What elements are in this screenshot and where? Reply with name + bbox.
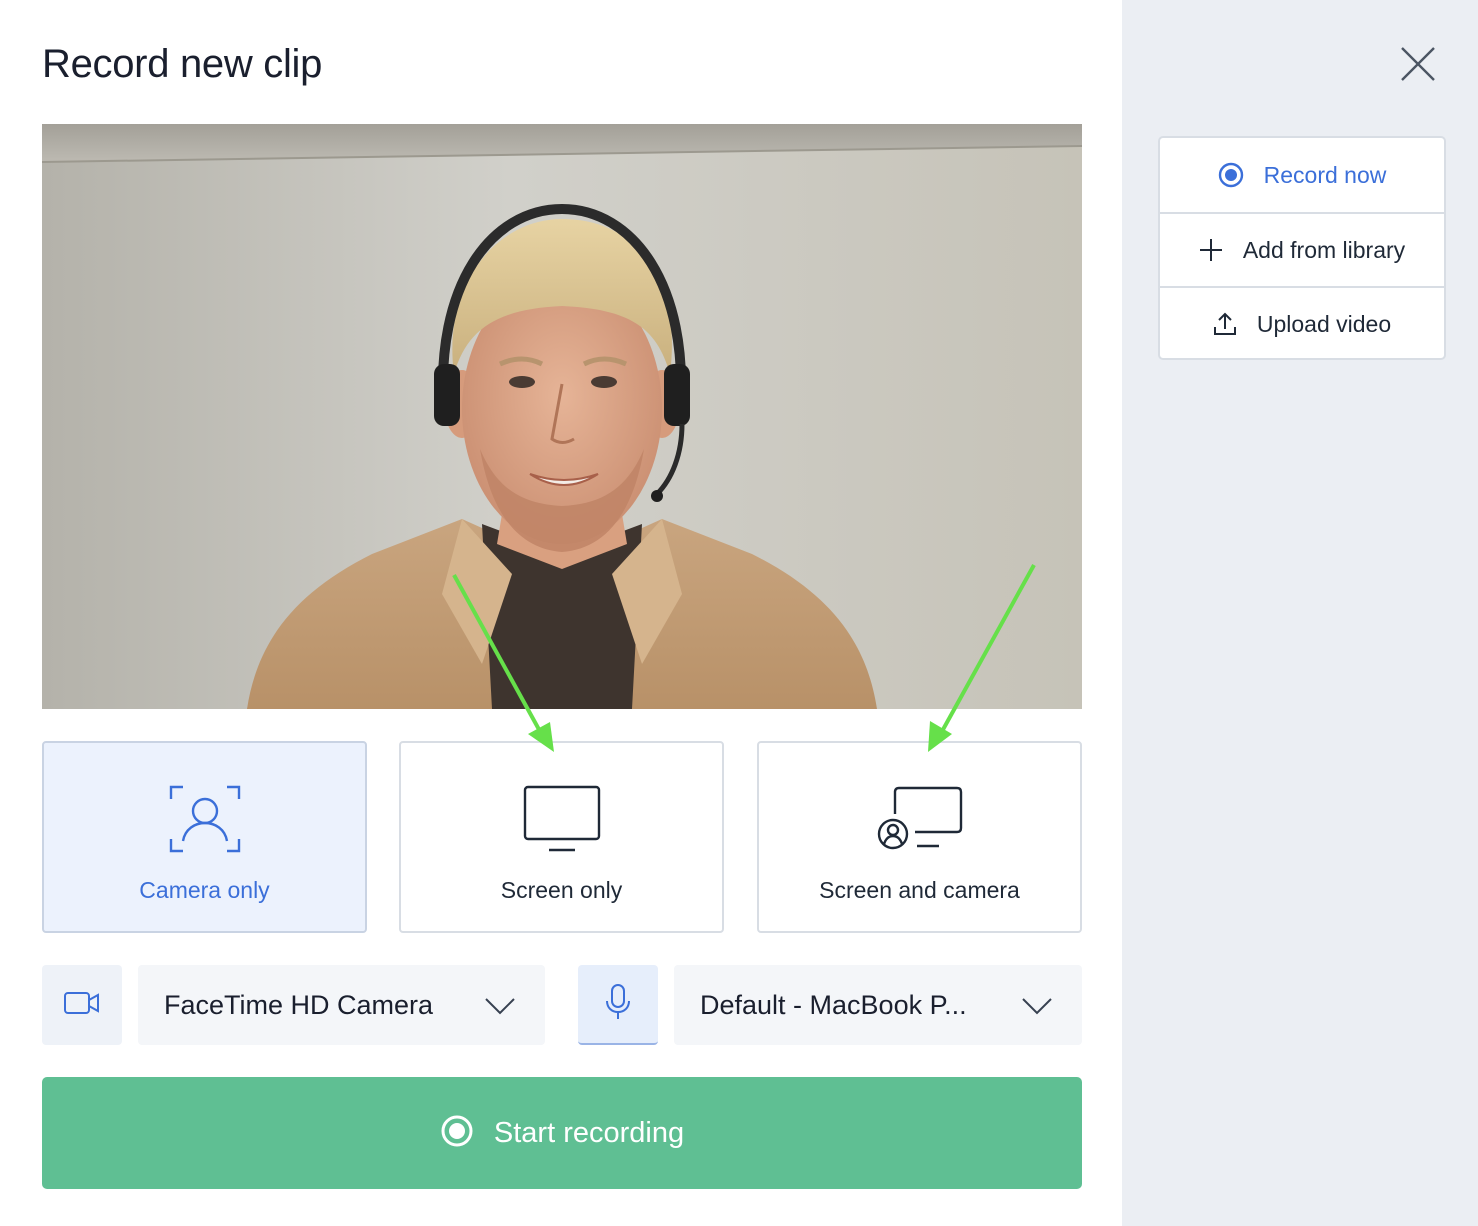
mode-label: Camera only	[139, 877, 270, 903]
camera-preview-image	[42, 124, 1082, 709]
upload-icon	[1213, 312, 1237, 336]
mode-screen-only[interactable]: Screen only	[399, 741, 724, 933]
record-now-label: Record now	[1263, 161, 1387, 188]
record-radio-icon	[1218, 162, 1244, 188]
record-dialog: Record new clip Camera only Screen only …	[0, 0, 1122, 1226]
chevron-down-icon	[1022, 991, 1052, 1022]
camera-select[interactable]: FaceTime HD Camera	[138, 965, 545, 1045]
monitor-icon	[517, 783, 607, 855]
microphone-select-value: Default - MacBook P...	[700, 989, 967, 1020]
video-camera-icon	[64, 991, 100, 1020]
add-from-library-label: Add from library	[1242, 236, 1406, 263]
microphone-toggle-button[interactable]	[578, 965, 658, 1045]
record-icon	[440, 1114, 474, 1153]
start-recording-label: Start recording	[493, 1116, 685, 1149]
mode-camera-only[interactable]: Camera only	[42, 741, 367, 933]
add-from-library-button[interactable]: Add from library	[1160, 212, 1444, 286]
plus-icon	[1199, 238, 1223, 262]
page-title: Record new clip	[42, 42, 323, 86]
close-button[interactable]	[1398, 44, 1438, 84]
record-now-button[interactable]: Record now	[1160, 138, 1444, 212]
microphone-icon	[606, 983, 630, 1025]
chevron-down-icon	[485, 991, 515, 1022]
mode-label: Screen only	[500, 877, 623, 903]
screen-camera-icon	[875, 783, 965, 855]
microphone-select[interactable]: Default - MacBook P...	[674, 965, 1082, 1045]
recording-mode-selector: Camera only Screen only Screen and camer…	[42, 741, 1082, 933]
start-recording-button[interactable]: Start recording	[42, 1077, 1082, 1189]
upload-video-button[interactable]: Upload video	[1160, 286, 1444, 358]
camera-toggle-button[interactable]	[42, 965, 122, 1045]
camera-frame-icon	[160, 783, 250, 855]
mode-screen-and-camera[interactable]: Screen and camera	[757, 741, 1082, 933]
close-icon	[1398, 47, 1438, 88]
camera-preview	[42, 124, 1082, 709]
device-selectors: FaceTime HD Camera Default - MacBook P..…	[42, 965, 1082, 1045]
source-actions-menu: Record now Add from library Upload video	[1158, 136, 1446, 360]
upload-video-label: Upload video	[1256, 310, 1392, 337]
camera-select-value: FaceTime HD Camera	[164, 989, 434, 1020]
mode-label: Screen and camera	[819, 877, 1020, 903]
